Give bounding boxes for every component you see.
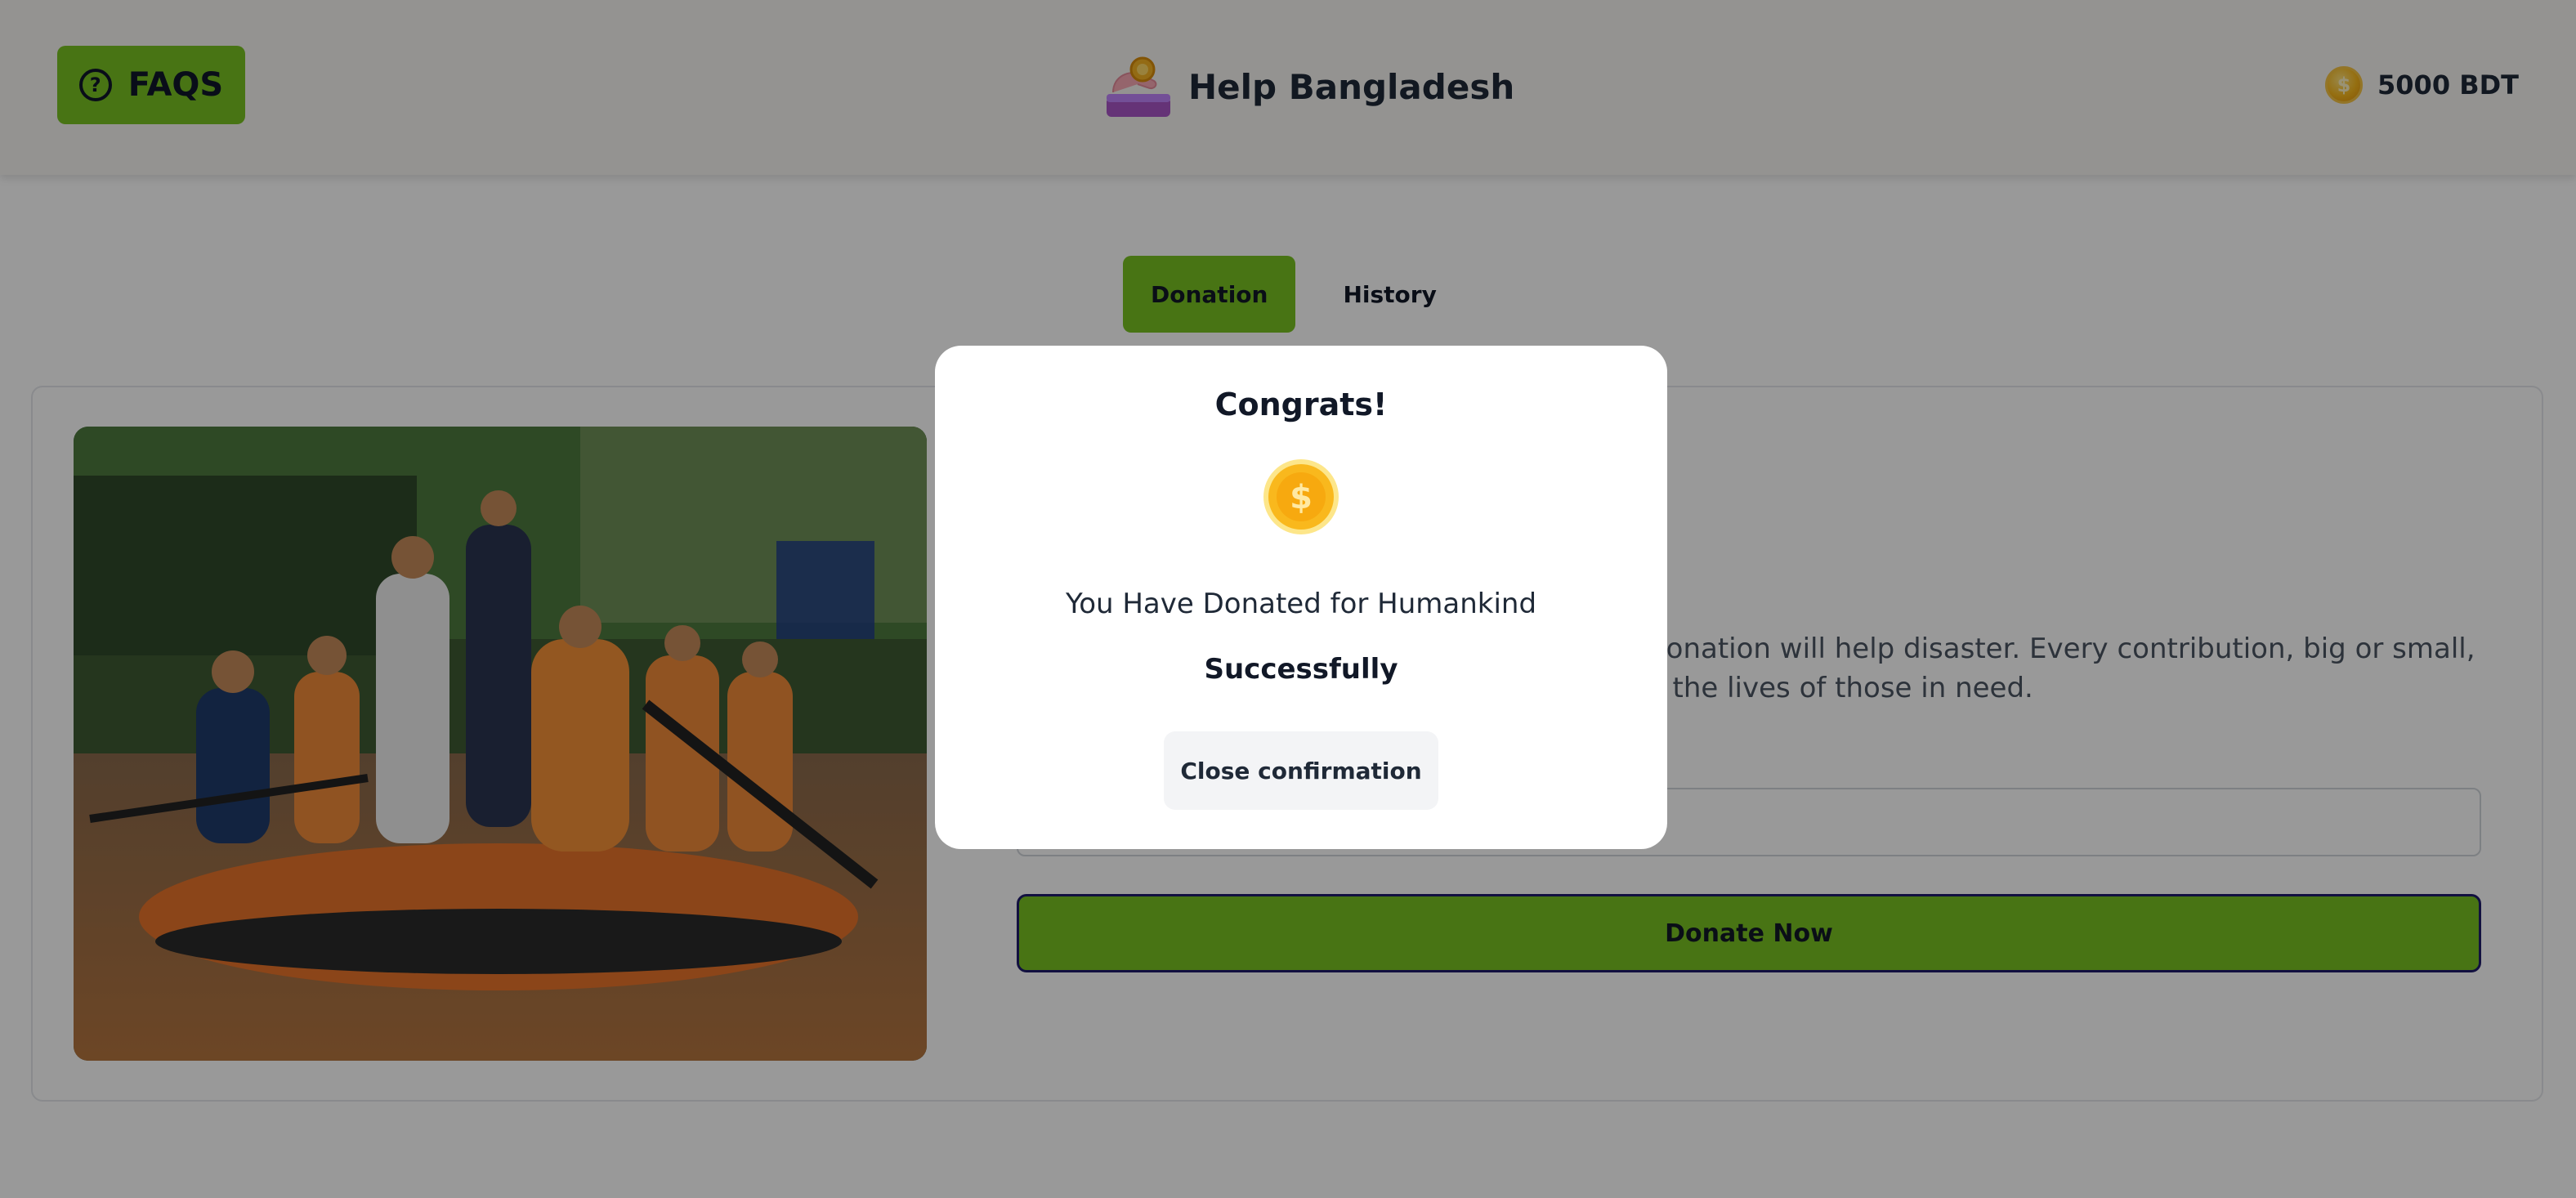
modal-title: Congrats! <box>1214 387 1388 422</box>
page: ? FAQS Help Bangladesh $ 5000 BDT Donati… <box>0 0 2576 1198</box>
modal-message: You Have Donated for Humankind <box>1065 588 1537 620</box>
modal-status: Successfully <box>1204 653 1398 686</box>
coin-icon: $ <box>1263 459 1339 534</box>
close-confirmation-button[interactable]: Close confirmation <box>1164 731 1438 810</box>
svg-text:$: $ <box>1290 479 1313 516</box>
confirmation-modal: Congrats! $ You Have Donated for Humanki… <box>935 346 1667 849</box>
